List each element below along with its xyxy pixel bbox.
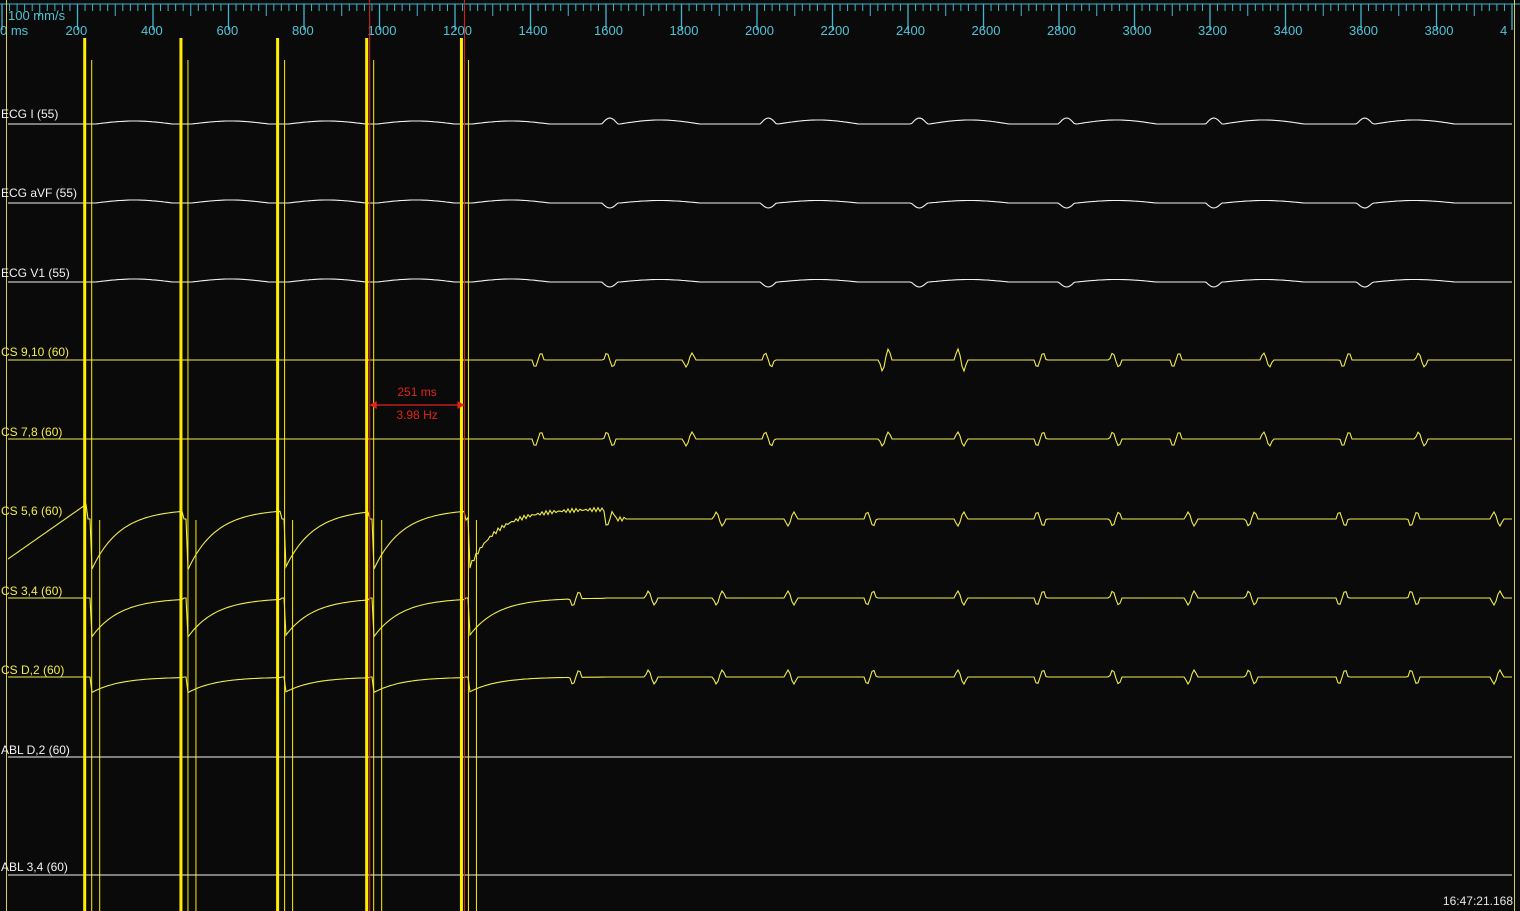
ruler-tick-label: 3400 <box>1274 23 1303 38</box>
channel-label[interactable]: CS 9,10 (60) <box>1 345 69 359</box>
caliper-rate-label: 3.98 Hz <box>396 408 437 422</box>
ruler-tick-label: 3000 <box>1123 23 1152 38</box>
ruler-tick-label: 600 <box>217 23 239 38</box>
ruler-tick-label: 2000 <box>745 23 774 38</box>
ruler-tick-label: 0 ms <box>0 23 29 38</box>
ruler-tick-label: 2200 <box>821 23 850 38</box>
ruler-tick-label: 800 <box>292 23 314 38</box>
channel-label[interactable]: ECG V1 (55) <box>1 266 70 280</box>
ruler-tick-label: 4 <box>1500 23 1507 38</box>
timestamp-clock: 16:47:21.168 <box>1443 894 1513 908</box>
ruler-tick-label: 1800 <box>670 23 699 38</box>
canvas-background <box>0 0 1520 911</box>
channel-label[interactable]: CS 3,4 (60) <box>1 584 62 598</box>
ruler-tick-label: 1200 <box>443 23 472 38</box>
sweep-speed-label: 100 mm/s <box>8 8 66 23</box>
channel-label[interactable]: ABL 3,4 (60) <box>1 860 68 874</box>
ruler-tick-label: 1400 <box>519 23 548 38</box>
ruler-tick-label: 200 <box>66 23 88 38</box>
ruler-tick-label: 2800 <box>1047 23 1076 38</box>
channel-label[interactable]: CS D,2 (60) <box>1 663 64 677</box>
ruler-tick-label: 1600 <box>594 23 623 38</box>
ruler-tick-label: 2600 <box>972 23 1001 38</box>
ruler-tick-label: 2400 <box>896 23 925 38</box>
channel-label[interactable]: ECG aVF (55) <box>1 186 77 200</box>
ruler-tick-label: 3600 <box>1349 23 1378 38</box>
ruler-tick-labels: 0 ms 200 400 600 800 1000 1200 1400 1600 1800 2000… <box>0 23 1507 38</box>
ep-recorder-canvas: 0 ms 200 400 600 800 1000 1200 1400 1600 1800 2000… <box>0 0 1520 911</box>
channel-label[interactable]: CS 7,8 (60) <box>1 425 62 439</box>
ruler-tick-label: 400 <box>141 23 163 38</box>
ruler-tick-label: 3800 <box>1425 23 1454 38</box>
channel-label[interactable]: ECG I (55) <box>1 107 58 121</box>
ruler-tick-label: 1000 <box>368 23 397 38</box>
ruler-tick-label: 3200 <box>1198 23 1227 38</box>
channel-label[interactable]: CS 5,6 (60) <box>1 504 62 518</box>
channel-label[interactable]: ABL D,2 (60) <box>1 743 70 757</box>
caliper-interval-label: 251 ms <box>397 385 436 399</box>
